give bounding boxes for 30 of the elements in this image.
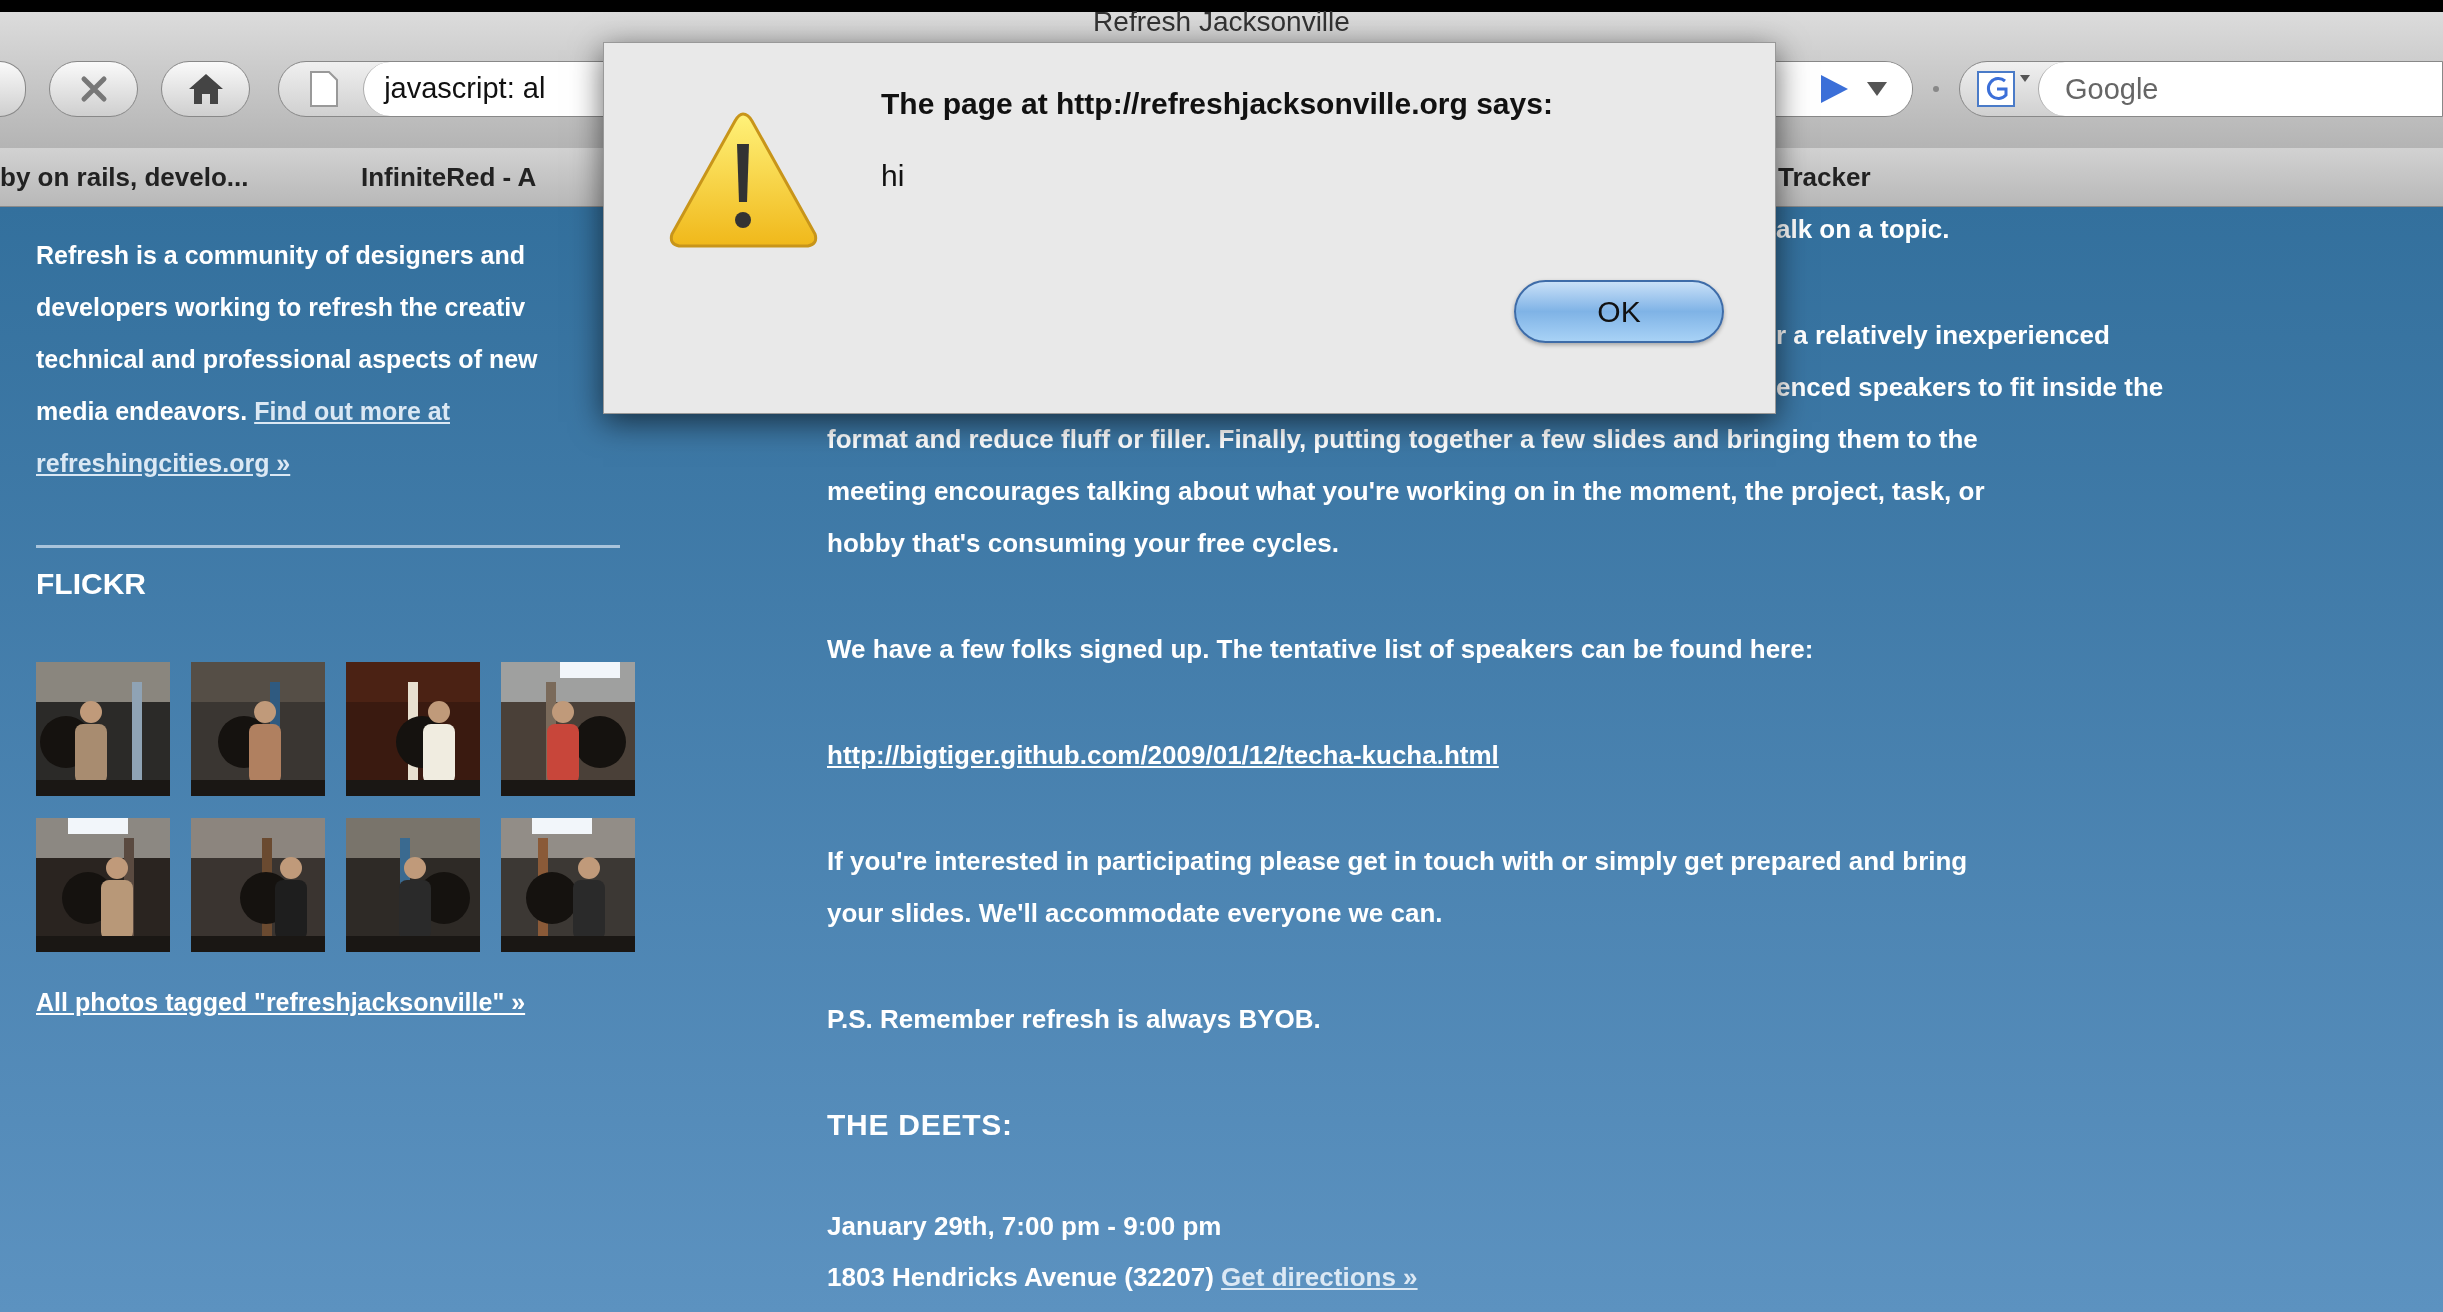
text-fragment: r a relatively inexperienced: [1776, 319, 2111, 352]
warning-icon: [668, 110, 819, 250]
dialog-title: The page at http://refreshjacksonville.org says:: [881, 86, 1554, 122]
text-fragment: alk on a topic.: [1776, 213, 1951, 246]
text-fragment: enced speakers to fit inside the: [1776, 371, 2164, 404]
link[interactable]: refreshingcities.org »: [36, 449, 291, 477]
home-button[interactable]: [161, 61, 251, 117]
page-icon: [309, 70, 340, 108]
window-title: Refresh Jacksonville: [1093, 6, 1350, 38]
photos-link[interactable]: All photos tagged "refreshjacksonville" »: [36, 982, 526, 1022]
link[interactable]: Find out more at: [254, 397, 450, 425]
bookmark-item[interactable]: by on rails, develo...: [0, 157, 249, 197]
paragraph: format and reduce fluff or filler. Finally, putting together a few slides and bringing them to the meeting encourages talking about what you're working on in the moment, the project, task, or hobby that's consuming your free cycles.: [827, 423, 1986, 560]
dialog-message: hi: [881, 158, 906, 194]
section-heading: FLICKR: [36, 566, 147, 602]
event-details: January 29th, 7:00 pm - 9:00 pm 1803 Hendricks Avenue (32207) Get directions »: [827, 1210, 1419, 1294]
search-field[interactable]: Google: [2038, 62, 2442, 116]
dropdown-icon[interactable]: [1866, 81, 1889, 97]
bookmark-item[interactable]: Tracker: [1778, 157, 1871, 197]
stop-button[interactable]: [49, 61, 139, 117]
section-heading: THE DEETS:: [827, 1107, 1014, 1143]
speakers-link[interactable]: http://bigtiger.github.com/2009/01/12/techa-kucha.html: [827, 729, 1499, 781]
paragraph: P.S. Remember refresh is always BYOB.: [827, 1003, 1322, 1036]
bookmark-item[interactable]: InfiniteRed - A: [361, 157, 537, 197]
ok-button[interactable]: OK: [1514, 280, 1724, 343]
nav-button[interactable]: [0, 61, 27, 117]
address-text: javascript: al: [384, 71, 546, 107]
paragraph: If you're interested in participating please get in touch with or simply get prepared and bring your slides. We'll accommodate everyone we can.: [827, 845, 1969, 930]
directions-link[interactable]: Get directions »: [1221, 1262, 1418, 1292]
paragraph: We have a few folks signed up. The tentative list of speakers can be found here:: [827, 633, 1815, 666]
